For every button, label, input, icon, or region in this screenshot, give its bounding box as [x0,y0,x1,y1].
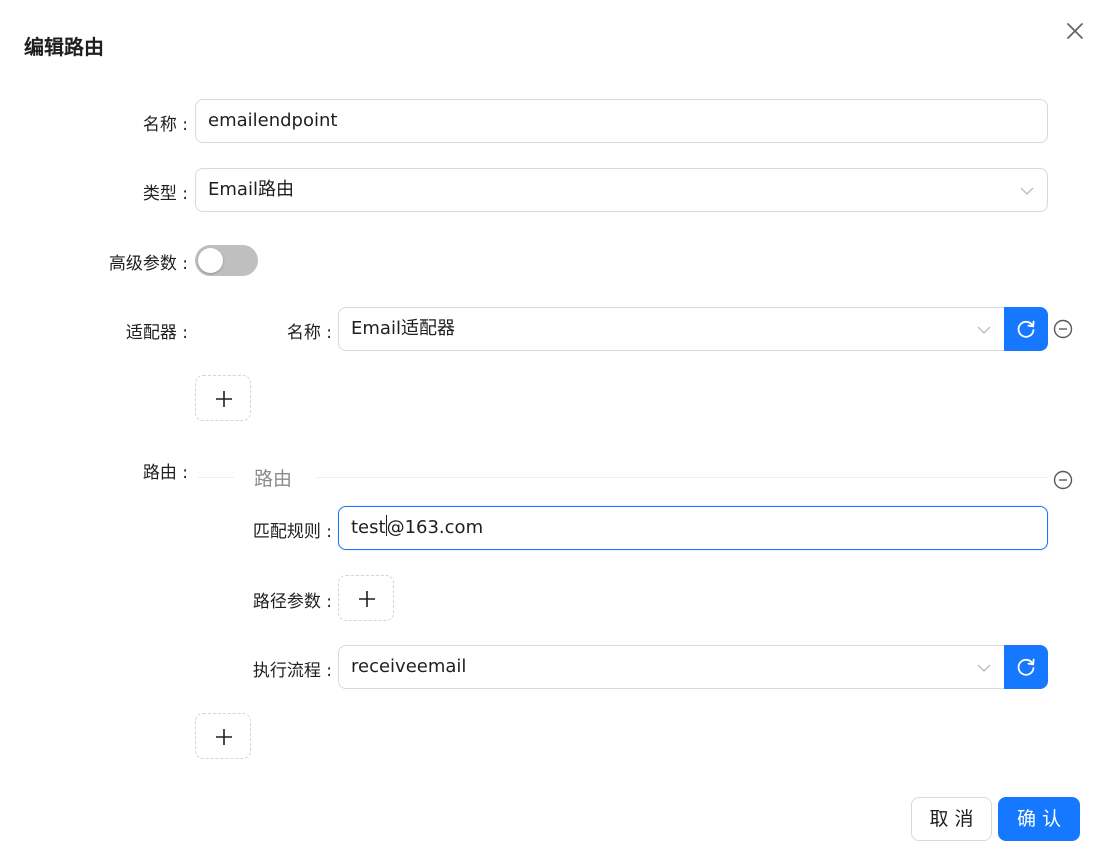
close-icon[interactable] [1062,18,1088,44]
remove-adapter-minus-icon[interactable] [1053,319,1073,339]
name-label: 名称 : [142,115,188,135]
adapter-refresh-button[interactable] [1004,307,1048,351]
edit-route-dialog: 编辑路由 名称 : emailendpoint 类型 : Email路由 高级参… [0,0,1108,867]
dialog-title: 编辑路由 [24,35,104,59]
route-divider-title: 路由 [254,468,293,490]
route-label: 路由 : [142,463,188,483]
exec-flow-refresh-button[interactable] [1004,645,1048,689]
plus-icon [216,729,232,745]
match-rule-label: 匹配规则 : [252,522,332,542]
confirm-button[interactable]: 确认 [998,797,1080,841]
remove-route-minus-icon[interactable] [1053,470,1073,490]
name-input-value: emailendpoint [208,110,338,131]
chevron-down-icon [977,664,991,672]
name-input[interactable]: emailendpoint [195,99,1048,143]
type-select[interactable]: Email路由 [195,168,1048,212]
exec-flow-label: 执行流程 : [252,661,332,681]
switch-knob [198,248,223,273]
add-path-param-button[interactable] [338,575,394,621]
exec-flow-select[interactable]: receiveemail [338,645,1005,689]
refresh-icon [1017,320,1035,338]
refresh-icon [1017,658,1035,676]
type-label: 类型 : [142,184,188,204]
adapter-name-label: 名称 : [286,323,332,343]
cancel-button[interactable]: 取消 [911,797,992,841]
type-select-value: Email路由 [208,179,294,200]
match-rule-value-end: @163.com [386,517,484,538]
match-rule-input[interactable]: test@163.com [338,506,1048,550]
adapter-label: 适配器 : [125,323,188,343]
add-adapter-button[interactable] [195,375,251,421]
match-rule-value-start: test [351,517,386,538]
route-divider-left [198,477,234,478]
path-params-label: 路径参数 : [252,592,332,612]
add-route-button[interactable] [195,713,251,759]
route-divider-right [316,477,1048,478]
plus-icon [359,591,375,607]
advanced-params-label: 高级参数 : [108,254,188,274]
adapter-name-value: Email适配器 [351,318,455,339]
chevron-down-icon [977,326,991,334]
chevron-down-icon [1020,187,1034,195]
advanced-params-switch[interactable] [195,245,258,276]
plus-icon [216,391,232,407]
exec-flow-value: receiveemail [351,656,467,677]
adapter-name-select[interactable]: Email适配器 [338,307,1005,351]
